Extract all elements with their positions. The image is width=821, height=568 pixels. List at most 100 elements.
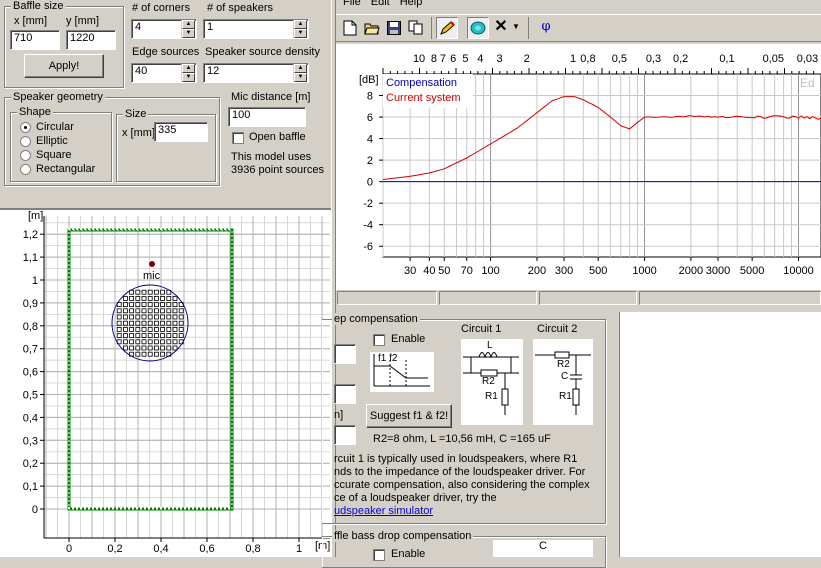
status-pane-2 bbox=[439, 291, 537, 305]
size-x-input[interactable]: 335 bbox=[154, 122, 208, 142]
step-compensation-title: ep compensation bbox=[332, 313, 420, 325]
freq-top-tick: 7 bbox=[440, 53, 446, 65]
c1-label-r1: R1 bbox=[485, 391, 498, 402]
baffle-y-tick: 0,4 bbox=[23, 412, 38, 424]
freq-top-tick: 2 bbox=[524, 53, 530, 65]
speaker-density-spinner[interactable]: ▲ ▼ bbox=[293, 64, 307, 82]
baffle-x-label: x [mm] bbox=[14, 15, 47, 27]
toolbar-separator bbox=[431, 17, 432, 39]
freq-top-tick: 0,05 bbox=[763, 53, 784, 65]
freq-top-tick: 0,2 bbox=[673, 53, 688, 65]
freq-y-tick: -4 bbox=[363, 220, 373, 232]
freq-x-tick: 50 bbox=[438, 265, 450, 277]
speaker-density-label: Speaker source density bbox=[205, 46, 320, 58]
suggest-button[interactable]: Suggest f1 & f2! bbox=[366, 404, 452, 428]
status-pane-1 bbox=[337, 291, 437, 305]
status-pane-3 bbox=[539, 291, 637, 305]
baffle-y-input[interactable]: 1220 bbox=[66, 30, 116, 50]
enable-checkbox[interactable] bbox=[373, 334, 385, 346]
mic-marker[interactable] bbox=[149, 261, 155, 267]
speaker-icon[interactable] bbox=[467, 17, 489, 39]
pencil-icon[interactable] bbox=[436, 17, 458, 39]
freq-top-tick: 0,8 bbox=[580, 53, 595, 65]
baffle-y-tick: 1,1 bbox=[23, 252, 38, 264]
dropdown-icon[interactable]: ▼ bbox=[510, 17, 522, 39]
shape-rectangular-label: Rectangular bbox=[36, 163, 96, 175]
freq-top-tick: 0,5 bbox=[612, 53, 627, 65]
description-line1: rcuit 1 is typically used in loudspeaker… bbox=[334, 453, 578, 465]
menu-file[interactable]: File bbox=[343, 0, 361, 8]
bass-drop-enable-label: Enable bbox=[391, 548, 426, 560]
bass-drop-enable-checkbox[interactable] bbox=[373, 549, 385, 561]
bass-drop-title: ffle bass drop compensation bbox=[332, 530, 474, 542]
unit-stub: n] bbox=[334, 409, 344, 421]
phi-icon[interactable]: φ bbox=[535, 17, 557, 39]
baffle-y-tick: 0,5 bbox=[23, 390, 38, 402]
edge-sources-spinner[interactable]: ▲ ▼ bbox=[181, 64, 195, 82]
open-baffle-checkbox[interactable] bbox=[232, 132, 244, 144]
shape-rectangular-radio[interactable] bbox=[20, 164, 31, 175]
baffle-y-tick: 0,3 bbox=[23, 435, 38, 447]
open-icon[interactable] bbox=[361, 17, 383, 39]
corners-spinner[interactable]: ▲ ▼ bbox=[181, 20, 195, 38]
baffle-y-tick: 0 bbox=[32, 504, 38, 516]
mic-label: mic bbox=[143, 270, 161, 282]
menu-edit[interactable]: Edit bbox=[371, 0, 390, 8]
copy-icon[interactable] bbox=[405, 17, 427, 39]
corners-label: # of corners bbox=[132, 2, 191, 14]
baffle-y-tick: 0,8 bbox=[23, 321, 38, 333]
freq-top-tick: 8 bbox=[431, 53, 437, 65]
freq-x-tick: 1000 bbox=[632, 265, 656, 277]
baffle-y-tick: 0,1 bbox=[23, 481, 38, 493]
menu-help[interactable]: Help bbox=[400, 0, 423, 8]
shape-elliptic-radio[interactable] bbox=[20, 136, 31, 147]
freq-y-tick: 6 bbox=[367, 112, 373, 124]
freq-x-tick: 500 bbox=[589, 265, 607, 277]
baffle-y-unit: [m] bbox=[28, 210, 43, 222]
freq-top-tick: 0,03 bbox=[797, 53, 818, 65]
apply-button[interactable]: Apply! bbox=[24, 54, 104, 78]
freq-top-tick: 3 bbox=[496, 53, 502, 65]
toolbar-separator-2 bbox=[528, 17, 529, 39]
result-text: R2=8 ohm, L =10,56 mH, C =165 uF bbox=[373, 433, 551, 445]
speaker-geometry-title: Speaker geometry bbox=[11, 91, 105, 103]
save-icon[interactable] bbox=[383, 17, 405, 39]
menu-bar: File Edit Help bbox=[343, 0, 432, 8]
mic-distance-input[interactable]: 100 bbox=[228, 107, 306, 127]
freq-x-tick: 5000 bbox=[740, 265, 764, 277]
circuit1-title: Circuit 1 bbox=[461, 323, 502, 335]
bass-drop-c-label: C bbox=[539, 540, 547, 552]
c1-label-l: L bbox=[487, 340, 493, 351]
size-title: Size bbox=[123, 108, 149, 120]
f2-input[interactable] bbox=[334, 384, 356, 404]
c2-label-c: C bbox=[561, 371, 569, 382]
baffle-y-tick: 0,9 bbox=[23, 298, 38, 310]
speakers-spinner[interactable]: ▲ ▼ bbox=[293, 20, 307, 38]
new-icon[interactable] bbox=[339, 17, 361, 39]
size-x-label: x [mm] bbox=[122, 127, 155, 139]
freq-y-tick: 2 bbox=[367, 155, 373, 167]
baffle-x-tick: 0,6 bbox=[199, 543, 214, 555]
model-info-line2: 3936 point sources bbox=[231, 164, 324, 176]
description-line4: ce of a loudspeaker driver, try the bbox=[334, 492, 497, 504]
freq-x-tick: 70 bbox=[461, 265, 473, 277]
c2-label-r1: R1 bbox=[559, 391, 572, 402]
delete-icon[interactable]: ✕ bbox=[490, 17, 512, 39]
r-input[interactable] bbox=[334, 425, 356, 445]
baffle-x-tick: 0 bbox=[66, 543, 72, 555]
shape-title: Shape bbox=[17, 106, 53, 118]
shape-square-radio[interactable] bbox=[20, 150, 31, 161]
freq-top-tick: 4 bbox=[477, 53, 483, 65]
loudspeaker-simulator-link[interactable]: udspeaker simulator bbox=[334, 505, 433, 517]
freq-x-tick: 10000 bbox=[783, 265, 814, 277]
shape-circular-radio[interactable] bbox=[20, 122, 31, 133]
f1-input[interactable] bbox=[334, 344, 356, 364]
open-baffle-label: Open baffle bbox=[249, 131, 306, 143]
baffle-x-input[interactable]: 710 bbox=[10, 30, 60, 50]
legend-current-system: Current system bbox=[386, 92, 461, 104]
freq-x-tick: 300 bbox=[555, 265, 573, 277]
baffle-x-tick: 0,8 bbox=[245, 543, 260, 555]
speakers-label: # of speakers bbox=[207, 2, 274, 14]
freq-y-tick: -2 bbox=[363, 198, 373, 210]
freq-top-tick: 0,3 bbox=[646, 53, 661, 65]
